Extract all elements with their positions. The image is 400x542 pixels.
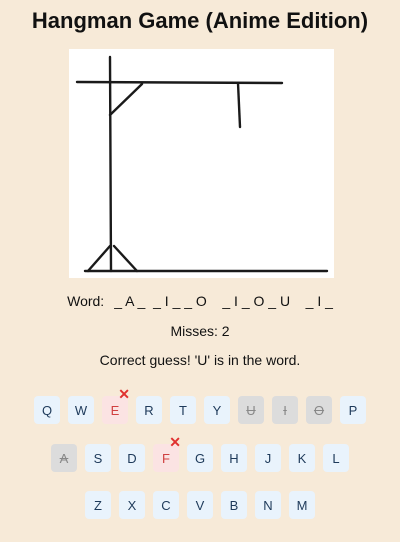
key-j[interactable]: J — [255, 444, 281, 472]
key-f[interactable]: F ✕ — [153, 435, 181, 472]
key-l[interactable]: L — [323, 444, 349, 472]
key-d[interactable]: D — [119, 444, 145, 472]
word-blanks: _ A _ _ I _ _ O _ I _ O _ U _ I _ — [114, 293, 333, 309]
key-x[interactable]: X — [119, 491, 145, 519]
key-t[interactable]: T — [170, 396, 196, 424]
page-title: Hangman Game (Anime Edition) — [31, 8, 369, 33]
key-r[interactable]: R — [136, 396, 162, 424]
key-g[interactable]: G — [187, 444, 213, 472]
key-b[interactable]: B — [221, 491, 247, 519]
key-m[interactable]: M — [289, 491, 315, 519]
gallows-foot-left — [86, 244, 112, 273]
word-label: Word: — [67, 293, 105, 309]
key-c[interactable]: C — [153, 491, 179, 519]
gallows-rope — [236, 81, 242, 129]
gallows-post — [108, 55, 113, 273]
keyboard-row-1: Q W E ✕ R T Y U I O P — [0, 387, 400, 424]
status-message: Correct guess! 'U' is in the word. — [99, 352, 301, 368]
key-a[interactable]: A — [51, 444, 77, 472]
key-v[interactable]: V — [187, 491, 213, 519]
wrong-mark-icon: ✕ — [118, 386, 130, 402]
gallows-brace — [108, 82, 144, 117]
key-e[interactable]: E ✕ — [102, 387, 130, 424]
key-q[interactable]: Q — [34, 396, 60, 424]
key-p[interactable]: P — [340, 396, 366, 424]
word-display: Word: _ A _ _ I _ _ O _ I _ O _ U _ I _ — [0, 293, 400, 309]
keyboard-row-2: A S D F ✕ G H J K L — [0, 435, 400, 472]
key-k[interactable]: K — [289, 444, 315, 472]
key-w[interactable]: W — [68, 396, 94, 424]
misses-counter: Misses: 2 — [170, 323, 230, 339]
gallows-svg — [75, 55, 329, 273]
gallows-drawing — [69, 49, 334, 278]
key-u[interactable]: U — [238, 396, 264, 424]
keyboard-row-3: ZXCVBNM — [0, 491, 400, 519]
key-o[interactable]: O — [306, 396, 332, 424]
key-z[interactable]: Z — [85, 491, 111, 519]
key-y[interactable]: Y — [204, 396, 230, 424]
wrong-mark-icon: ✕ — [169, 434, 181, 450]
key-i[interactable]: I — [272, 396, 298, 424]
key-s[interactable]: S — [85, 444, 111, 472]
key-h[interactable]: H — [221, 444, 247, 472]
gallows-beam — [75, 80, 284, 85]
key-n[interactable]: N — [255, 491, 281, 519]
gallows-foot-right — [112, 244, 139, 273]
